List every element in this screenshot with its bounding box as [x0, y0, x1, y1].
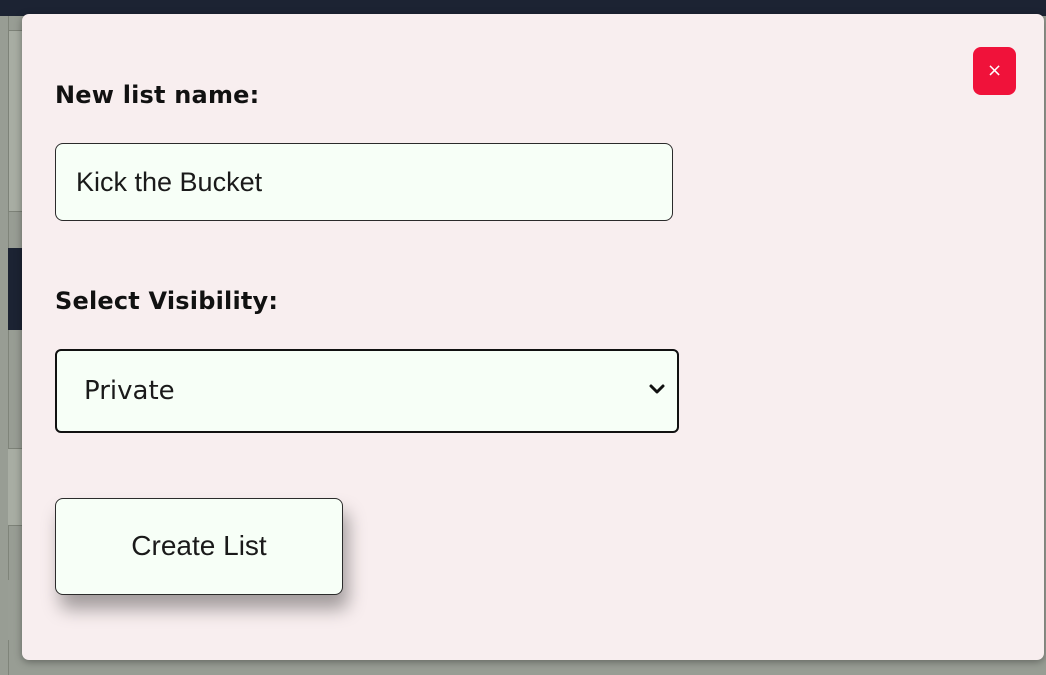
visibility-label: Select Visibility: [55, 287, 279, 315]
create-list-button[interactable]: Create List [55, 498, 343, 595]
list-name-label: New list name: [55, 81, 260, 109]
visibility-select[interactable]: Private [55, 349, 679, 433]
chevron-down-icon [649, 384, 665, 394]
create-list-modal: × New list name: Select Visibility: Priv… [22, 14, 1044, 660]
visibility-selected-value: Private [84, 376, 175, 406]
close-icon: × [986, 60, 1003, 81]
list-name-input[interactable] [55, 143, 673, 221]
close-button[interactable]: × [973, 47, 1016, 95]
